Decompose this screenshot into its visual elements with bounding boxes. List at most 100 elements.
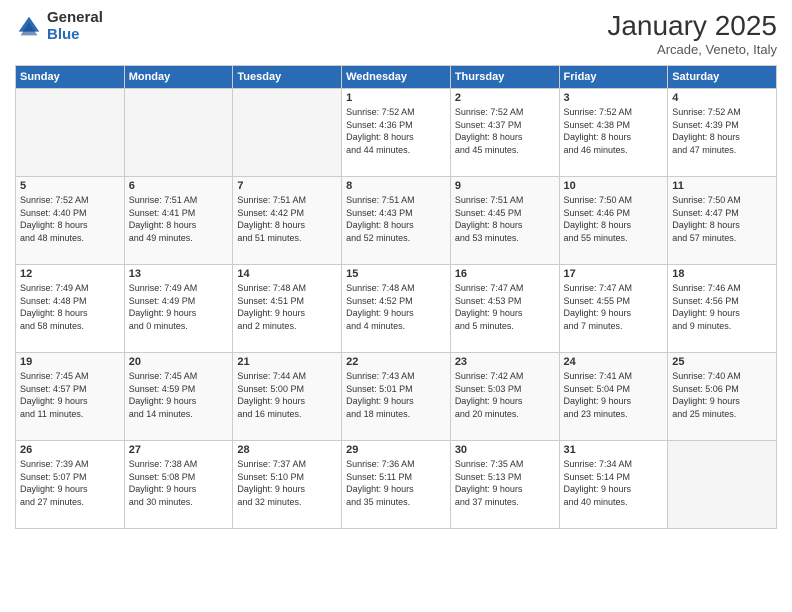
day-number: 20 [129, 356, 229, 368]
calendar-cell [668, 441, 777, 529]
day-number: 7 [237, 180, 337, 192]
calendar-cell: 27 Sunrise: 7:38 AM Sunset: 5:08 PM Dayli… [124, 441, 233, 529]
day-info: Sunrise: 7:51 AM Sunset: 4:41 PM Dayligh… [129, 194, 229, 244]
calendar-cell: 20 Sunrise: 7:45 AM Sunset: 4:59 PM Dayli… [124, 353, 233, 441]
calendar-cell: 9 Sunrise: 7:51 AM Sunset: 4:45 PM Daylig… [450, 177, 559, 265]
calendar-week-1: 1 Sunrise: 7:52 AM Sunset: 4:36 PM Daylig… [16, 89, 777, 177]
day-number: 4 [672, 92, 772, 104]
day-number: 9 [455, 180, 555, 192]
day-number: 11 [672, 180, 772, 192]
day-number: 1 [346, 92, 446, 104]
calendar-cell: 8Sunrise: 7:51 AM Sunset: 4:43 PM Daylig… [342, 177, 451, 265]
day-info: Sunrise: 7:36 AM Sunset: 5:11 PM Dayligh… [346, 458, 446, 508]
day-number: 3 [564, 92, 664, 104]
day-number: 19 [20, 356, 120, 368]
calendar-cell: 12Sunrise: 7:49 AM Sunset: 4:48 PM Dayli… [16, 265, 125, 353]
calendar-cell: 30Sunrise: 7:35 AM Sunset: 5:13 PM Dayli… [450, 441, 559, 529]
calendar-cell: 23 Sunrise: 7:42 AM Sunset: 5:03 PM Dayli… [450, 353, 559, 441]
calendar-cell: 3Sunrise: 7:52 AM Sunset: 4:38 PM Daylig… [559, 89, 668, 177]
col-tuesday: Tuesday [233, 66, 342, 89]
day-number: 21 [237, 356, 337, 368]
day-number: 23 [455, 356, 555, 368]
day-info: Sunrise: 7:49 AM Sunset: 4:48 PM Dayligh… [20, 282, 120, 332]
calendar-cell: 22Sunrise: 7:43 AM Sunset: 5:01 PM Dayli… [342, 353, 451, 441]
header: General Blue January 2025 Arcade, Veneto… [15, 10, 777, 57]
logo-icon [15, 13, 43, 41]
calendar-week-5: 26Sunrise: 7:39 AM Sunset: 5:07 PM Dayli… [16, 441, 777, 529]
day-number: 5 [20, 180, 120, 192]
calendar-week-2: 5 Sunrise: 7:52 AM Sunset: 4:40 PM Daylig… [16, 177, 777, 265]
calendar-cell: 6 Sunrise: 7:51 AM Sunset: 4:41 PM Daylig… [124, 177, 233, 265]
day-info: Sunrise: 7:52 AM Sunset: 4:36 PM Dayligh… [346, 106, 446, 156]
day-number: 10 [564, 180, 664, 192]
day-number: 25 [672, 356, 772, 368]
day-number: 13 [129, 268, 229, 280]
calendar-cell: 21 Sunrise: 7:44 AM Sunset: 5:00 PM Dayli… [233, 353, 342, 441]
day-info: Sunrise: 7:45 AM Sunset: 4:57 PM Dayligh… [20, 370, 120, 420]
calendar-cell: 24 Sunrise: 7:41 AM Sunset: 5:04 PM Dayli… [559, 353, 668, 441]
day-info: Sunrise: 7:48 AM Sunset: 4:51 PM Dayligh… [237, 282, 337, 332]
calendar-cell: 14 Sunrise: 7:48 AM Sunset: 4:51 PM Dayli… [233, 265, 342, 353]
day-number: 24 [564, 356, 664, 368]
calendar-body: 1 Sunrise: 7:52 AM Sunset: 4:36 PM Daylig… [16, 89, 777, 529]
col-sunday: Sunday [16, 66, 125, 89]
calendar-cell: 7 Sunrise: 7:51 AM Sunset: 4:42 PM Daylig… [233, 177, 342, 265]
header-row: Sunday Monday Tuesday Wednesday Thursday… [16, 66, 777, 89]
location-subtitle: Arcade, Veneto, Italy [607, 42, 777, 57]
calendar-cell: 28Sunrise: 7:37 AM Sunset: 5:10 PM Dayli… [233, 441, 342, 529]
calendar-cell: 1 Sunrise: 7:52 AM Sunset: 4:36 PM Daylig… [342, 89, 451, 177]
calendar-cell: 26Sunrise: 7:39 AM Sunset: 5:07 PM Dayli… [16, 441, 125, 529]
day-number: 14 [237, 268, 337, 280]
calendar-cell: 16 Sunrise: 7:47 AM Sunset: 4:53 PM Dayli… [450, 265, 559, 353]
calendar-cell: 18 Sunrise: 7:46 AM Sunset: 4:56 PM Dayli… [668, 265, 777, 353]
calendar-cell [233, 89, 342, 177]
day-info: Sunrise: 7:51 AM Sunset: 4:42 PM Dayligh… [237, 194, 337, 244]
day-number: 2 [455, 92, 555, 104]
logo-text: General Blue [47, 10, 103, 43]
day-info: Sunrise: 7:50 AM Sunset: 4:46 PM Dayligh… [564, 194, 664, 244]
day-info: Sunrise: 7:52 AM Sunset: 4:37 PM Dayligh… [455, 106, 555, 156]
day-info: Sunrise: 7:51 AM Sunset: 4:43 PM Dayligh… [346, 194, 446, 244]
calendar-cell: 5 Sunrise: 7:52 AM Sunset: 4:40 PM Daylig… [16, 177, 125, 265]
calendar-cell: 31Sunrise: 7:34 AM Sunset: 5:14 PM Dayli… [559, 441, 668, 529]
day-info: Sunrise: 7:50 AM Sunset: 4:47 PM Dayligh… [672, 194, 772, 244]
calendar-cell [124, 89, 233, 177]
day-info: Sunrise: 7:52 AM Sunset: 4:40 PM Dayligh… [20, 194, 120, 244]
col-friday: Friday [559, 66, 668, 89]
day-info: Sunrise: 7:41 AM Sunset: 5:04 PM Dayligh… [564, 370, 664, 420]
day-info: Sunrise: 7:45 AM Sunset: 4:59 PM Dayligh… [129, 370, 229, 420]
day-info: Sunrise: 7:35 AM Sunset: 5:13 PM Dayligh… [455, 458, 555, 508]
page: General Blue January 2025 Arcade, Veneto… [0, 0, 792, 612]
day-info: Sunrise: 7:39 AM Sunset: 5:07 PM Dayligh… [20, 458, 120, 508]
calendar-cell: 13 Sunrise: 7:49 AM Sunset: 4:49 PM Dayli… [124, 265, 233, 353]
calendar-week-3: 12Sunrise: 7:49 AM Sunset: 4:48 PM Dayli… [16, 265, 777, 353]
day-number: 16 [455, 268, 555, 280]
day-number: 22 [346, 356, 446, 368]
day-info: Sunrise: 7:38 AM Sunset: 5:08 PM Dayligh… [129, 458, 229, 508]
day-number: 6 [129, 180, 229, 192]
day-number: 27 [129, 444, 229, 456]
calendar-cell: 25Sunrise: 7:40 AM Sunset: 5:06 PM Dayli… [668, 353, 777, 441]
day-number: 18 [672, 268, 772, 280]
day-info: Sunrise: 7:44 AM Sunset: 5:00 PM Dayligh… [237, 370, 337, 420]
calendar-cell: 10 Sunrise: 7:50 AM Sunset: 4:46 PM Dayli… [559, 177, 668, 265]
col-saturday: Saturday [668, 66, 777, 89]
calendar-cell: 4 Sunrise: 7:52 AM Sunset: 4:39 PM Daylig… [668, 89, 777, 177]
col-monday: Monday [124, 66, 233, 89]
day-info: Sunrise: 7:34 AM Sunset: 5:14 PM Dayligh… [564, 458, 664, 508]
calendar-table: Sunday Monday Tuesday Wednesday Thursday… [15, 65, 777, 529]
day-number: 17 [564, 268, 664, 280]
col-wednesday: Wednesday [342, 66, 451, 89]
day-info: Sunrise: 7:51 AM Sunset: 4:45 PM Dayligh… [455, 194, 555, 244]
day-info: Sunrise: 7:46 AM Sunset: 4:56 PM Dayligh… [672, 282, 772, 332]
calendar-cell: 11 Sunrise: 7:50 AM Sunset: 4:47 PM Dayli… [668, 177, 777, 265]
day-info: Sunrise: 7:47 AM Sunset: 4:53 PM Dayligh… [455, 282, 555, 332]
day-info: Sunrise: 7:52 AM Sunset: 4:39 PM Dayligh… [672, 106, 772, 156]
day-info: Sunrise: 7:47 AM Sunset: 4:55 PM Dayligh… [564, 282, 664, 332]
calendar-cell: 29Sunrise: 7:36 AM Sunset: 5:11 PM Dayli… [342, 441, 451, 529]
calendar-week-4: 19 Sunrise: 7:45 AM Sunset: 4:57 PM Dayli… [16, 353, 777, 441]
day-number: 15 [346, 268, 446, 280]
day-info: Sunrise: 7:49 AM Sunset: 4:49 PM Dayligh… [129, 282, 229, 332]
calendar-cell: 15Sunrise: 7:48 AM Sunset: 4:52 PM Dayli… [342, 265, 451, 353]
day-info: Sunrise: 7:42 AM Sunset: 5:03 PM Dayligh… [455, 370, 555, 420]
